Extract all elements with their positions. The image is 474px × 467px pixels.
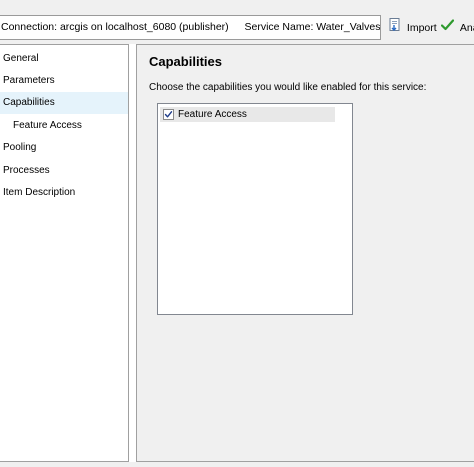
service-name-label: Service Name: [244, 21, 314, 33]
connection-label: Connection: [1, 21, 58, 33]
sidebar-item-label: Processes [3, 165, 50, 176]
sidebar: General Parameters Capabilities Feature … [0, 44, 129, 462]
capabilities-description: Choose the capabilities you would like e… [149, 82, 427, 93]
sidebar-item-label: Feature Access [13, 120, 82, 131]
service-editor-window: Connection: arcgis on localhost_6080 (pu… [0, 0, 474, 467]
sidebar-item-label: Capabilities [3, 97, 55, 108]
checkmark-icon [164, 111, 173, 118]
window-bottom-edge [0, 462, 474, 467]
sidebar-item-general[interactable]: General [0, 48, 128, 70]
sidebar-item-label: Parameters [3, 75, 55, 86]
import-icon [389, 18, 401, 38]
sidebar-item-feature-access[interactable]: Feature Access [0, 115, 128, 137]
import-button[interactable]: Import [389, 18, 437, 38]
page-title: Capabilities [149, 54, 222, 69]
sidebar-item-item-description[interactable]: Item Description [0, 182, 128, 204]
import-label: Import [406, 22, 437, 35]
capabilities-list[interactable]: Feature Access [157, 103, 353, 315]
connection-info-box: Connection: arcgis on localhost_6080 (pu… [0, 15, 381, 40]
sidebar-item-pooling[interactable]: Pooling [0, 137, 128, 159]
capability-row-feature-access[interactable]: Feature Access [160, 107, 335, 122]
capability-label: Feature Access [178, 109, 247, 120]
feature-access-checkbox[interactable] [163, 109, 174, 120]
sidebar-item-capabilities[interactable]: Capabilities [0, 92, 128, 114]
sidebar-item-parameters[interactable]: Parameters [0, 70, 128, 92]
sidebar-item-label: Pooling [3, 142, 37, 153]
toolbar: Connection: arcgis on localhost_6080 (pu… [0, 0, 474, 44]
sidebar-item-processes[interactable]: Processes [0, 160, 128, 182]
checkmark-icon [440, 18, 455, 38]
capabilities-panel: Capabilities Choose the capabilities you… [136, 44, 474, 462]
sidebar-item-label: General [3, 53, 39, 64]
sidebar-item-label: Item Description [3, 187, 76, 198]
analyze-label: Ana [459, 22, 474, 35]
analyze-button[interactable]: Ana [440, 18, 474, 38]
service-name-value: Water_Valves [316, 21, 381, 33]
connection-value: arcgis on localhost_6080 (publisher) [59, 21, 229, 33]
